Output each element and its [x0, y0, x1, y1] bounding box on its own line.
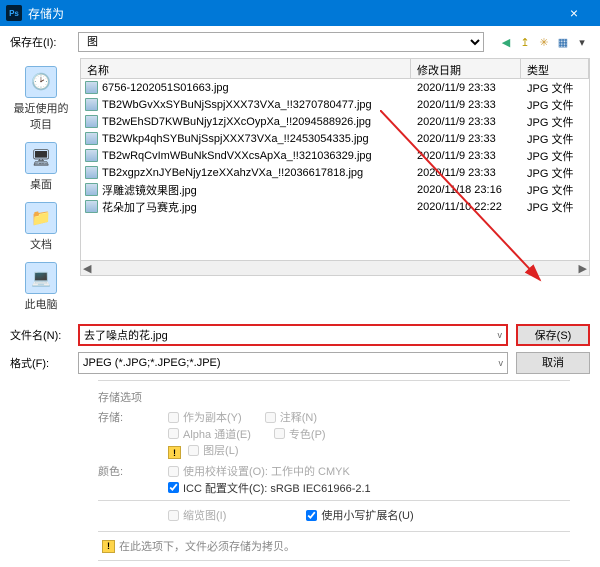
file-type: JPG 文件: [521, 97, 589, 113]
cb-lowercase-ext[interactable]: 使用小写扩展名(U): [306, 507, 413, 523]
place-icon: 📁: [25, 202, 57, 234]
place-icon: 🖥: [25, 142, 57, 174]
warning-icon: !: [168, 446, 181, 459]
file-row[interactable]: 浮雕滤镜效果图.jpg 2020/11/18 23:16JPG 文件: [81, 181, 589, 198]
file-type: JPG 文件: [521, 131, 589, 147]
window-title: 存储为: [28, 5, 554, 22]
file-list-header: 名称 修改日期 类型: [81, 59, 589, 79]
save-options: 存储选项 存储: 作为副本(Y) 注释(N) Alpha 通道(E) 专色(P)…: [98, 380, 570, 561]
col-header-type[interactable]: 类型: [521, 59, 589, 78]
nav-icons: ◀ ↥ ✳ ▦ ▾: [498, 34, 590, 50]
file-type: JPG 文件: [521, 80, 589, 96]
cb-spot[interactable]: 专色(P): [274, 426, 326, 442]
options-heading: 存储选项: [98, 389, 570, 405]
file-name: TB2wEhSD7KWBuNjy1zjXXcOypXa_!!2094588926…: [102, 116, 371, 128]
sidebar-item[interactable]: 🕑最近使用的项目: [13, 66, 69, 132]
file-date: 2020/11/9 23:33: [411, 82, 521, 94]
places-sidebar: 🕑最近使用的项目 🖥 桌面 📁 文档 💻 此电脑: [10, 58, 72, 312]
sidebar-item-label: 最近使用的项目: [13, 100, 69, 132]
folder-select[interactable]: 图: [78, 32, 484, 52]
close-button[interactable]: ×: [554, 5, 594, 21]
sidebar-item[interactable]: 💻 此电脑: [13, 262, 69, 312]
file-row[interactable]: 花朵加了马赛克.jpg 2020/11/10 22:22JPG 文件: [81, 198, 589, 215]
col-header-name[interactable]: 名称: [81, 59, 411, 78]
file-name: 浮雕滤镜效果图.jpg: [102, 182, 197, 198]
file-row[interactable]: TB2xgpzXnJYBeNjy1zeXXahzVXa_!!2036617818…: [81, 164, 589, 181]
save-in-label: 保存在(I):: [10, 34, 70, 50]
chevron-down-icon[interactable]: v: [498, 330, 503, 340]
filename-label: 文件名(N):: [10, 327, 70, 343]
file-date: 2020/11/9 23:33: [411, 150, 521, 162]
sidebar-item[interactable]: 📁 文档: [13, 202, 69, 252]
warning-icon: !: [102, 540, 115, 553]
filename-value: 去了噪点的花.jpg: [84, 327, 168, 343]
file-name: TB2wRqCvImWBuNkSndVXXcsApXa_!!321036329.…: [102, 150, 372, 162]
file-type: JPG 文件: [521, 199, 589, 215]
file-date: 2020/11/9 23:33: [411, 116, 521, 128]
cb-thumbnail[interactable]: 缩览图(I): [168, 507, 226, 523]
cb-alpha[interactable]: Alpha 通道(E): [168, 426, 251, 442]
file-icon: [85, 132, 98, 145]
place-icon: 🕑: [25, 66, 57, 98]
cb-layers[interactable]: 图层(L): [188, 442, 238, 458]
copy-note: ! 在此选项下，文件必须存储为拷贝。: [98, 531, 570, 561]
file-row[interactable]: TB2wRqCvImWBuNkSndVXXcsApXa_!!321036329.…: [81, 147, 589, 164]
color-label: 颜色:: [98, 463, 142, 479]
file-type: JPG 文件: [521, 114, 589, 130]
file-type: JPG 文件: [521, 182, 589, 198]
file-row[interactable]: 6756-1202051S01663.jpg 2020/11/9 23:33JPG…: [81, 79, 589, 96]
cb-icc[interactable]: ICC 配置文件(C): sRGB IEC61966-2.1: [168, 480, 371, 496]
format-select[interactable]: JPEG (*.JPG;*.JPEG;*.JPE) v: [78, 352, 508, 374]
file-type: JPG 文件: [521, 165, 589, 181]
file-icon: [85, 166, 98, 179]
titlebar: Ps 存储为 ×: [0, 0, 600, 26]
file-date: 2020/11/9 23:33: [411, 99, 521, 111]
chevron-down-icon[interactable]: v: [499, 358, 504, 368]
view-icon[interactable]: ▦: [555, 34, 571, 50]
file-icon: [85, 200, 98, 213]
file-name: 6756-1202051S01663.jpg: [102, 82, 229, 94]
sidebar-item[interactable]: 🖥 桌面: [13, 142, 69, 192]
file-icon: [85, 149, 98, 162]
ps-logo-icon: Ps: [6, 5, 22, 21]
filename-input[interactable]: 去了噪点的花.jpg v: [78, 324, 508, 346]
sidebar-item-label: 桌面: [13, 176, 69, 192]
store-label: 存储:: [98, 409, 142, 425]
new-folder-icon[interactable]: ✳: [536, 34, 552, 50]
save-button[interactable]: 保存(S): [516, 324, 590, 346]
col-header-date[interactable]: 修改日期: [411, 59, 521, 78]
file-type: JPG 文件: [521, 148, 589, 164]
file-row[interactable]: TB2Wkp4qhSYBuNjSspjXXX73VXa_!!2453054335…: [81, 130, 589, 147]
file-name: TB2WbGvXxSYBuNjSspjXXX73VXa_!!3270780477…: [102, 99, 372, 111]
file-icon: [85, 115, 98, 128]
file-list: 名称 修改日期 类型 6756-1202051S01663.jpg 2020/11…: [80, 58, 590, 276]
file-row[interactable]: TB2wEhSD7KWBuNjy1zjXXcOypXa_!!2094588926…: [81, 113, 589, 130]
file-icon: [85, 81, 98, 94]
view-menu-icon[interactable]: ▾: [574, 34, 590, 50]
format-value: JPEG (*.JPG;*.JPEG;*.JPE): [83, 357, 221, 369]
sidebar-item-label: 文档: [13, 236, 69, 252]
file-name: 花朵加了马赛克.jpg: [102, 199, 197, 215]
file-date: 2020/11/9 23:33: [411, 133, 521, 145]
cb-proof[interactable]: 使用校样设置(O): 工作中的 CMYK: [168, 463, 350, 479]
cb-notes[interactable]: 注释(N): [265, 409, 317, 425]
cb-as-copy[interactable]: 作为副本(Y): [168, 409, 242, 425]
file-icon: [85, 98, 98, 111]
up-icon[interactable]: ↥: [517, 34, 533, 50]
file-date: 2020/11/9 23:33: [411, 167, 521, 179]
back-icon[interactable]: ◀: [498, 34, 514, 50]
file-date: 2020/11/10 22:22: [411, 201, 521, 213]
format-label: 格式(F):: [10, 355, 70, 371]
file-name: TB2Wkp4qhSYBuNjSspjXXX73VXa_!!2453054335…: [102, 133, 369, 145]
file-icon: [85, 183, 98, 196]
cancel-button[interactable]: 取消: [516, 352, 590, 374]
file-name: TB2xgpzXnJYBeNjy1zeXXahzVXa_!!2036617818…: [102, 167, 363, 179]
horizontal-scrollbar[interactable]: ◀▶: [81, 260, 589, 275]
file-date: 2020/11/18 23:16: [411, 184, 521, 196]
sidebar-item-label: 此电脑: [13, 296, 69, 312]
place-icon: 💻: [25, 262, 57, 294]
file-row[interactable]: TB2WbGvXxSYBuNjSspjXXX73VXa_!!3270780477…: [81, 96, 589, 113]
